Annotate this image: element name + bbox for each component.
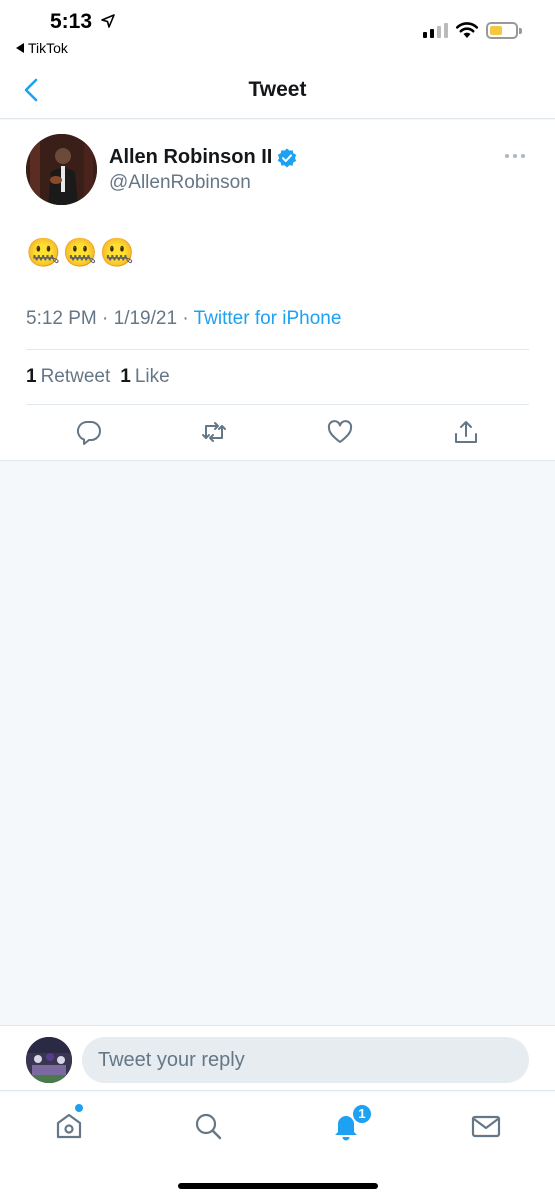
author-name-text: Allen Robinson II bbox=[109, 146, 273, 168]
retweet-icon[interactable] bbox=[200, 418, 228, 446]
home-icon[interactable] bbox=[53, 1110, 85, 1142]
tweet-timestamp: 5:12 PM · 1/19/21 · bbox=[26, 308, 189, 329]
page-title: Tweet bbox=[248, 78, 307, 101]
back-to-app-link[interactable]: TikTok bbox=[16, 40, 68, 56]
back-triangle-icon bbox=[16, 43, 24, 53]
retweet-count: 1 bbox=[26, 366, 37, 387]
reply-icon[interactable] bbox=[75, 418, 103, 446]
tweet-stats: 1 Retweet 1 Like bbox=[26, 366, 170, 388]
retweet-count-link[interactable]: 1 Retweet bbox=[26, 366, 110, 388]
author-name[interactable]: Allen Robinson II bbox=[109, 146, 297, 169]
tweet-detail: Allen Robinson II @AllenRobinson 🤐🤐🤐 5:1… bbox=[0, 120, 555, 461]
cellular-signal-icon bbox=[423, 23, 448, 38]
author-handle[interactable]: @AllenRobinson bbox=[109, 172, 251, 194]
home-unread-dot bbox=[75, 1104, 83, 1112]
like-count-link[interactable]: 1 Like bbox=[120, 366, 169, 388]
author-avatar[interactable] bbox=[26, 134, 97, 205]
back-app-label: TikTok bbox=[28, 40, 68, 56]
avatar-photo bbox=[26, 134, 97, 205]
user-avatar[interactable] bbox=[26, 1037, 72, 1083]
tweet-text: 🤐🤐🤐 bbox=[26, 237, 137, 268]
battery-icon bbox=[486, 22, 522, 39]
status-time: 5:13 bbox=[50, 10, 93, 33]
messages-icon[interactable] bbox=[470, 1110, 502, 1142]
tweet-actions bbox=[0, 418, 555, 450]
like-label: Like bbox=[134, 366, 170, 387]
like-count: 1 bbox=[120, 366, 131, 387]
verified-badge-icon bbox=[278, 148, 297, 167]
location-arrow-icon bbox=[101, 14, 115, 28]
status-bar: 5:13 TikTok bbox=[0, 0, 555, 62]
home-indicator[interactable] bbox=[178, 1183, 378, 1189]
reply-input[interactable] bbox=[82, 1037, 529, 1083]
tweet-metadata: 5:12 PM · 1/19/21 · Twitter for iPhone bbox=[26, 308, 341, 330]
tweet-source-link[interactable]: Twitter for iPhone bbox=[194, 308, 342, 329]
notification-badge: 1 bbox=[351, 1103, 373, 1125]
reply-bar bbox=[0, 1025, 555, 1091]
avatar-photo bbox=[26, 1037, 72, 1083]
like-icon[interactable] bbox=[326, 418, 354, 446]
wifi-icon bbox=[455, 22, 479, 38]
more-options-icon[interactable] bbox=[505, 154, 525, 158]
share-icon[interactable] bbox=[452, 418, 480, 446]
retweet-label: Retweet bbox=[40, 366, 111, 387]
search-icon[interactable] bbox=[192, 1110, 224, 1142]
divider bbox=[26, 349, 529, 350]
divider bbox=[26, 404, 529, 405]
navigation-bar: Tweet bbox=[0, 62, 555, 119]
